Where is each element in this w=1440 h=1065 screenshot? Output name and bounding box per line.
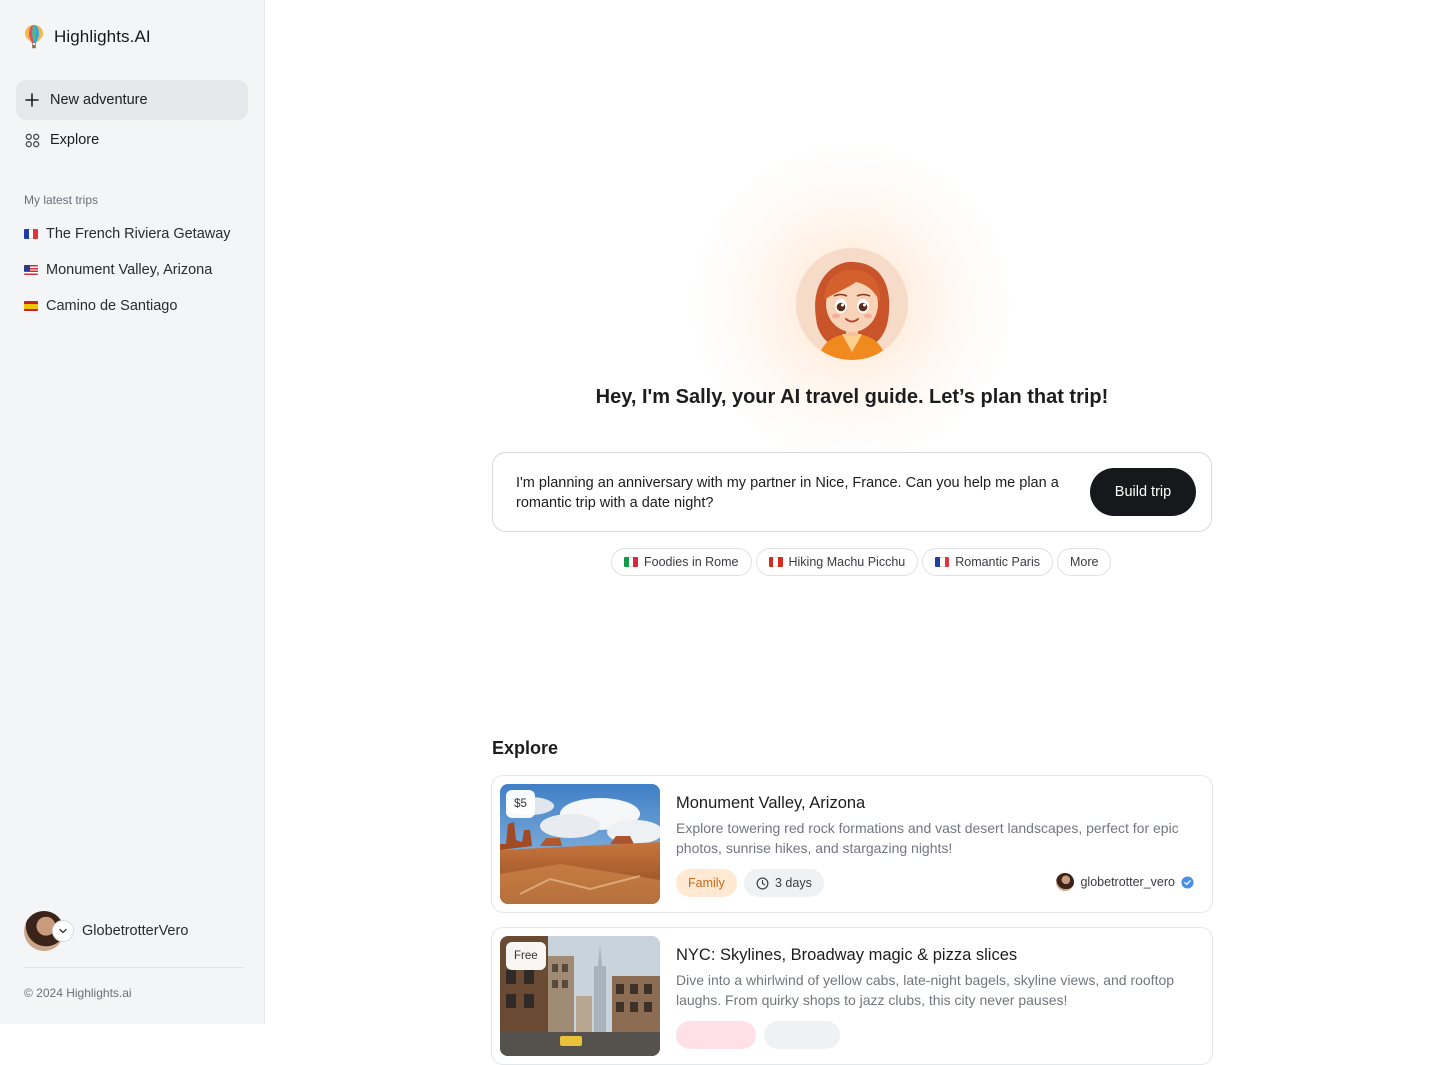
trip-prompt-input[interactable]: I'm planning an anniversary with my part… <box>516 473 1076 513</box>
france-flag-icon <box>24 229 38 239</box>
price-badge: $5 <box>506 790 535 818</box>
card-image-nyc: Free <box>500 936 660 1056</box>
card-image-monument-valley: $5 <box>500 784 660 904</box>
hot-air-balloon-icon <box>24 24 44 50</box>
card-title: NYC: Skylines, Broadway magic & pizza sl… <box>676 946 1017 965</box>
trip-prompt-box[interactable]: I'm planning an anniversary with my part… <box>492 452 1212 532</box>
peru-flag-icon <box>769 557 783 567</box>
author-name: globetrotter_vero <box>1080 875 1175 889</box>
chevron-down-icon[interactable] <box>52 920 74 942</box>
trip-item-french-riviera[interactable]: The French Riviera Getaway <box>24 224 231 244</box>
copyright: © 2024 Highlights.ai <box>24 986 132 1000</box>
explore-card-monument-valley[interactable]: $5 Monument Valley, Arizona Explore towe… <box>491 775 1213 913</box>
new-adventure-label: New adventure <box>50 92 148 108</box>
clock-icon <box>756 877 769 890</box>
chip-label: Foodies in Rome <box>644 555 739 569</box>
explore-heading: Explore <box>492 738 558 759</box>
verified-badge-icon <box>1181 876 1194 889</box>
suggestion-chip-more[interactable]: More <box>1057 548 1111 576</box>
trip-item-camino-de-santiago[interactable]: Camino de Santiago <box>24 296 177 316</box>
sidebar-divider <box>24 967 244 968</box>
family-tag: Family <box>676 869 737 897</box>
plus-icon <box>24 92 40 108</box>
user-avatar-wrap <box>24 911 64 951</box>
suggestion-chip-romantic-paris[interactable]: Romantic Paris <box>922 548 1053 576</box>
build-trip-button[interactable]: Build trip <box>1090 468 1196 516</box>
duration-tag <box>764 1021 840 1049</box>
price-badge: Free <box>506 942 546 970</box>
suggestion-chip-hiking-machu-picchu[interactable]: Hiking Machu Picchu <box>756 548 919 576</box>
card-title: Monument Valley, Arizona <box>676 794 865 813</box>
sally-avatar <box>796 248 908 360</box>
suggestion-chips: Foodies in Rome Hiking Machu Picchu Roma… <box>611 548 1111 576</box>
chip-label: More <box>1070 555 1098 569</box>
brand[interactable]: Highlights.AI <box>24 24 151 50</box>
usa-flag-icon <box>24 265 38 275</box>
duration-label: 3 days <box>775 876 812 890</box>
user-name: GlobetrotterVero <box>82 923 188 939</box>
new-adventure-button[interactable]: New adventure <box>16 80 248 120</box>
italy-flag-icon <box>624 557 638 567</box>
trip-label: Camino de Santiago <box>46 298 177 314</box>
trip-item-monument-valley[interactable]: Monument Valley, Arizona <box>24 260 212 280</box>
category-tag <box>676 1021 756 1049</box>
card-description: Explore towering red rock formations and… <box>676 818 1196 858</box>
card-author[interactable]: globetrotter_vero <box>1056 873 1194 891</box>
trip-label: Monument Valley, Arizona <box>46 262 212 278</box>
author-avatar <box>1056 873 1074 891</box>
explore-card-nyc[interactable]: Free NYC: Skylines, Broadway magic & piz… <box>491 927 1213 1065</box>
latest-trips-heading: My latest trips <box>24 193 98 207</box>
spain-flag-icon <box>24 301 38 311</box>
hero-title: Hey, I'm Sally, your AI travel guide. Le… <box>492 386 1212 409</box>
sidebar: Highlights.AI New adventure Explore My l… <box>0 0 265 1024</box>
duration-tag: 3 days <box>744 869 824 897</box>
card-description: Dive into a whirlwind of yellow cabs, la… <box>676 970 1196 1010</box>
suggestion-chip-foodies-in-rome[interactable]: Foodies in Rome <box>611 548 752 576</box>
brand-name: Highlights.AI <box>54 27 151 47</box>
explore-nav-label: Explore <box>50 132 99 148</box>
trip-label: The French Riviera Getaway <box>46 226 231 242</box>
explore-nav-item[interactable]: Explore <box>16 120 248 160</box>
chip-label: Hiking Machu Picchu <box>789 555 906 569</box>
france-flag-icon <box>935 557 949 567</box>
user-menu[interactable]: GlobetrotterVero <box>24 911 188 951</box>
grid-icon <box>24 132 40 148</box>
chip-label: Romantic Paris <box>955 555 1040 569</box>
